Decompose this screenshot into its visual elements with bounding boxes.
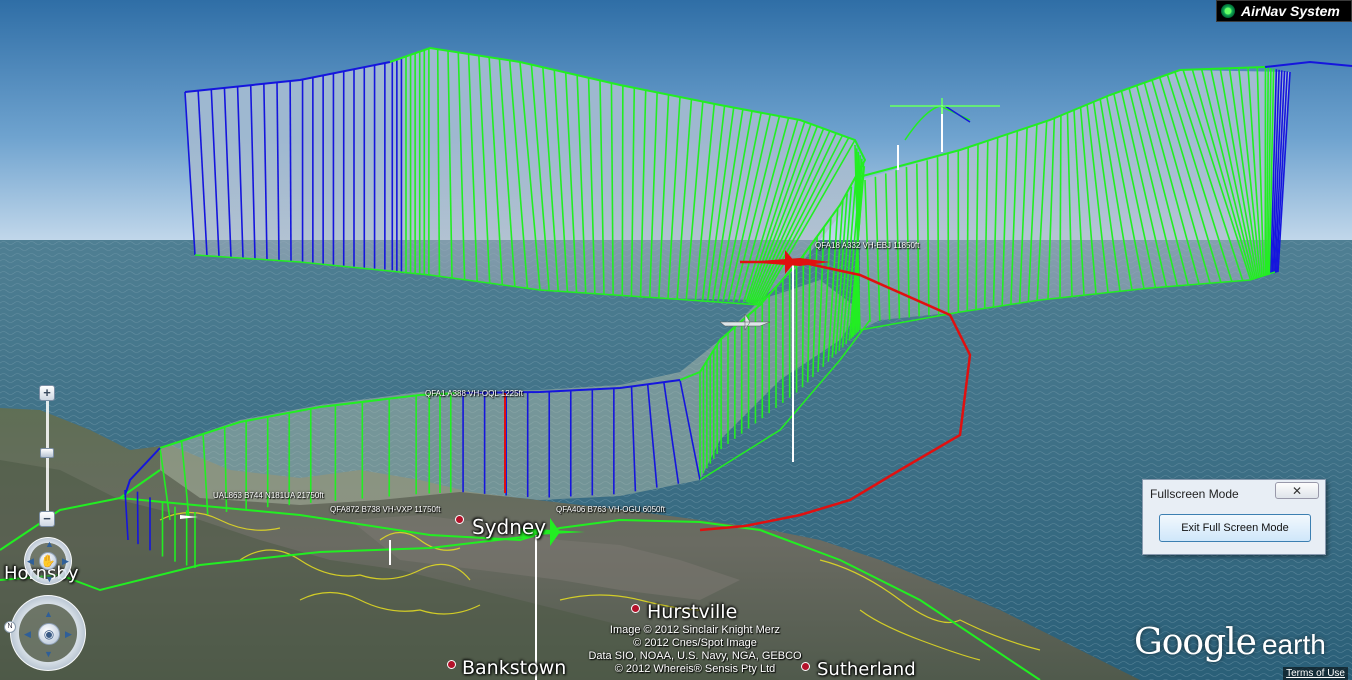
fullscreen-mode-dialog: Fullscreen Mode ✕ Exit Full Screen Mode xyxy=(1142,479,1326,555)
close-icon: ✕ xyxy=(1291,483,1303,498)
drop-line xyxy=(136,491,139,545)
place-label-bankstown[interactable]: Bankstown xyxy=(462,657,566,679)
logo-earth-text: earth xyxy=(1261,629,1326,660)
look-joystick[interactable]: ▲ ▼ ◀ ▶ ✋ xyxy=(24,537,72,585)
sydney-marker-icon xyxy=(455,515,464,524)
airnav-logo-icon xyxy=(1221,4,1235,18)
move-down-arrow-icon[interactable]: ▼ xyxy=(44,650,53,659)
zoom-thumb[interactable] xyxy=(40,448,54,458)
look-down-arrow-icon[interactable]: ▼ xyxy=(45,575,54,584)
move-right-arrow-icon[interactable]: ▶ xyxy=(65,630,72,639)
terms-of-use-link[interactable]: Terms of Use xyxy=(1283,667,1348,680)
compass-n-icon[interactable]: N xyxy=(4,621,16,633)
zoom-out-button[interactable]: − xyxy=(39,511,55,527)
drop-line xyxy=(966,147,969,311)
credit-line: © 2012 Whereis® Sensis Pty Ltd xyxy=(614,663,776,675)
credit-line: Image © 2012 Sinclair Knight Merz xyxy=(609,624,781,636)
flight-label-ual863: UAL863 B744 N181UA 21750ft xyxy=(213,491,324,500)
hurstville-marker-icon xyxy=(631,604,640,613)
bankstown-marker-icon xyxy=(447,660,456,669)
zoom-slider[interactable]: + − xyxy=(39,385,55,530)
drop-line xyxy=(801,255,805,388)
flight-label-qfa1: QFA1 A388 VH-OQL 1225ft xyxy=(425,389,523,398)
look-left-arrow-icon[interactable]: ◀ xyxy=(27,557,34,566)
drop-line xyxy=(1059,115,1062,298)
move-up-arrow-icon[interactable]: ▲ xyxy=(44,610,53,619)
imagery-credits: Image © 2012 Sinclair Knight Merz © 2012… xyxy=(560,624,830,676)
look-right-arrow-icon[interactable]: ▶ xyxy=(62,557,69,566)
place-label-hurstville[interactable]: Hurstville xyxy=(647,601,737,623)
move-left-arrow-icon[interactable]: ◀ xyxy=(24,630,31,639)
drop-line xyxy=(621,85,624,297)
place-label-sydney[interactable]: Sydney xyxy=(472,515,546,539)
flight-label-qfa872: QFA872 B738 VH-VXP 11750ft xyxy=(330,505,441,514)
earth-3d-view[interactable] xyxy=(0,0,1352,680)
move-joystick[interactable]: ▲ ▼ ◀ ▶ ◉ xyxy=(10,595,86,671)
drop-line xyxy=(947,153,950,314)
close-button[interactable]: ✕ xyxy=(1275,482,1319,499)
airnav-badge: AirNav System xyxy=(1216,0,1352,22)
credit-line: © 2012 Cnes/Spot Image xyxy=(633,637,757,649)
flight-label-qfa406: QFA406 B763 VH-OGU 6050ft xyxy=(556,505,665,514)
flight-label-qfa18: QFA18 A332 VH-EBJ 11850ft xyxy=(815,241,920,250)
google-earth-logo: Google earth xyxy=(1134,622,1326,666)
hand-icon[interactable]: ✋ xyxy=(39,552,57,570)
place-label-sutherland[interactable]: Sutherland xyxy=(817,659,916,680)
credit-line: Data SIO, NOAA, U.S. Navy, NGA, GEBCO xyxy=(588,650,802,662)
look-up-arrow-icon[interactable]: ▲ xyxy=(45,540,54,549)
logo-google-text: Google xyxy=(1134,622,1257,663)
airnav-title: AirNav System xyxy=(1241,3,1340,19)
dialog-title: Fullscreen Mode xyxy=(1150,487,1239,501)
eye-icon[interactable]: ◉ xyxy=(38,623,60,645)
zoom-in-button[interactable]: + xyxy=(39,385,55,401)
drop-line xyxy=(289,81,292,262)
exit-full-screen-button[interactable]: Exit Full Screen Mode xyxy=(1159,514,1311,542)
